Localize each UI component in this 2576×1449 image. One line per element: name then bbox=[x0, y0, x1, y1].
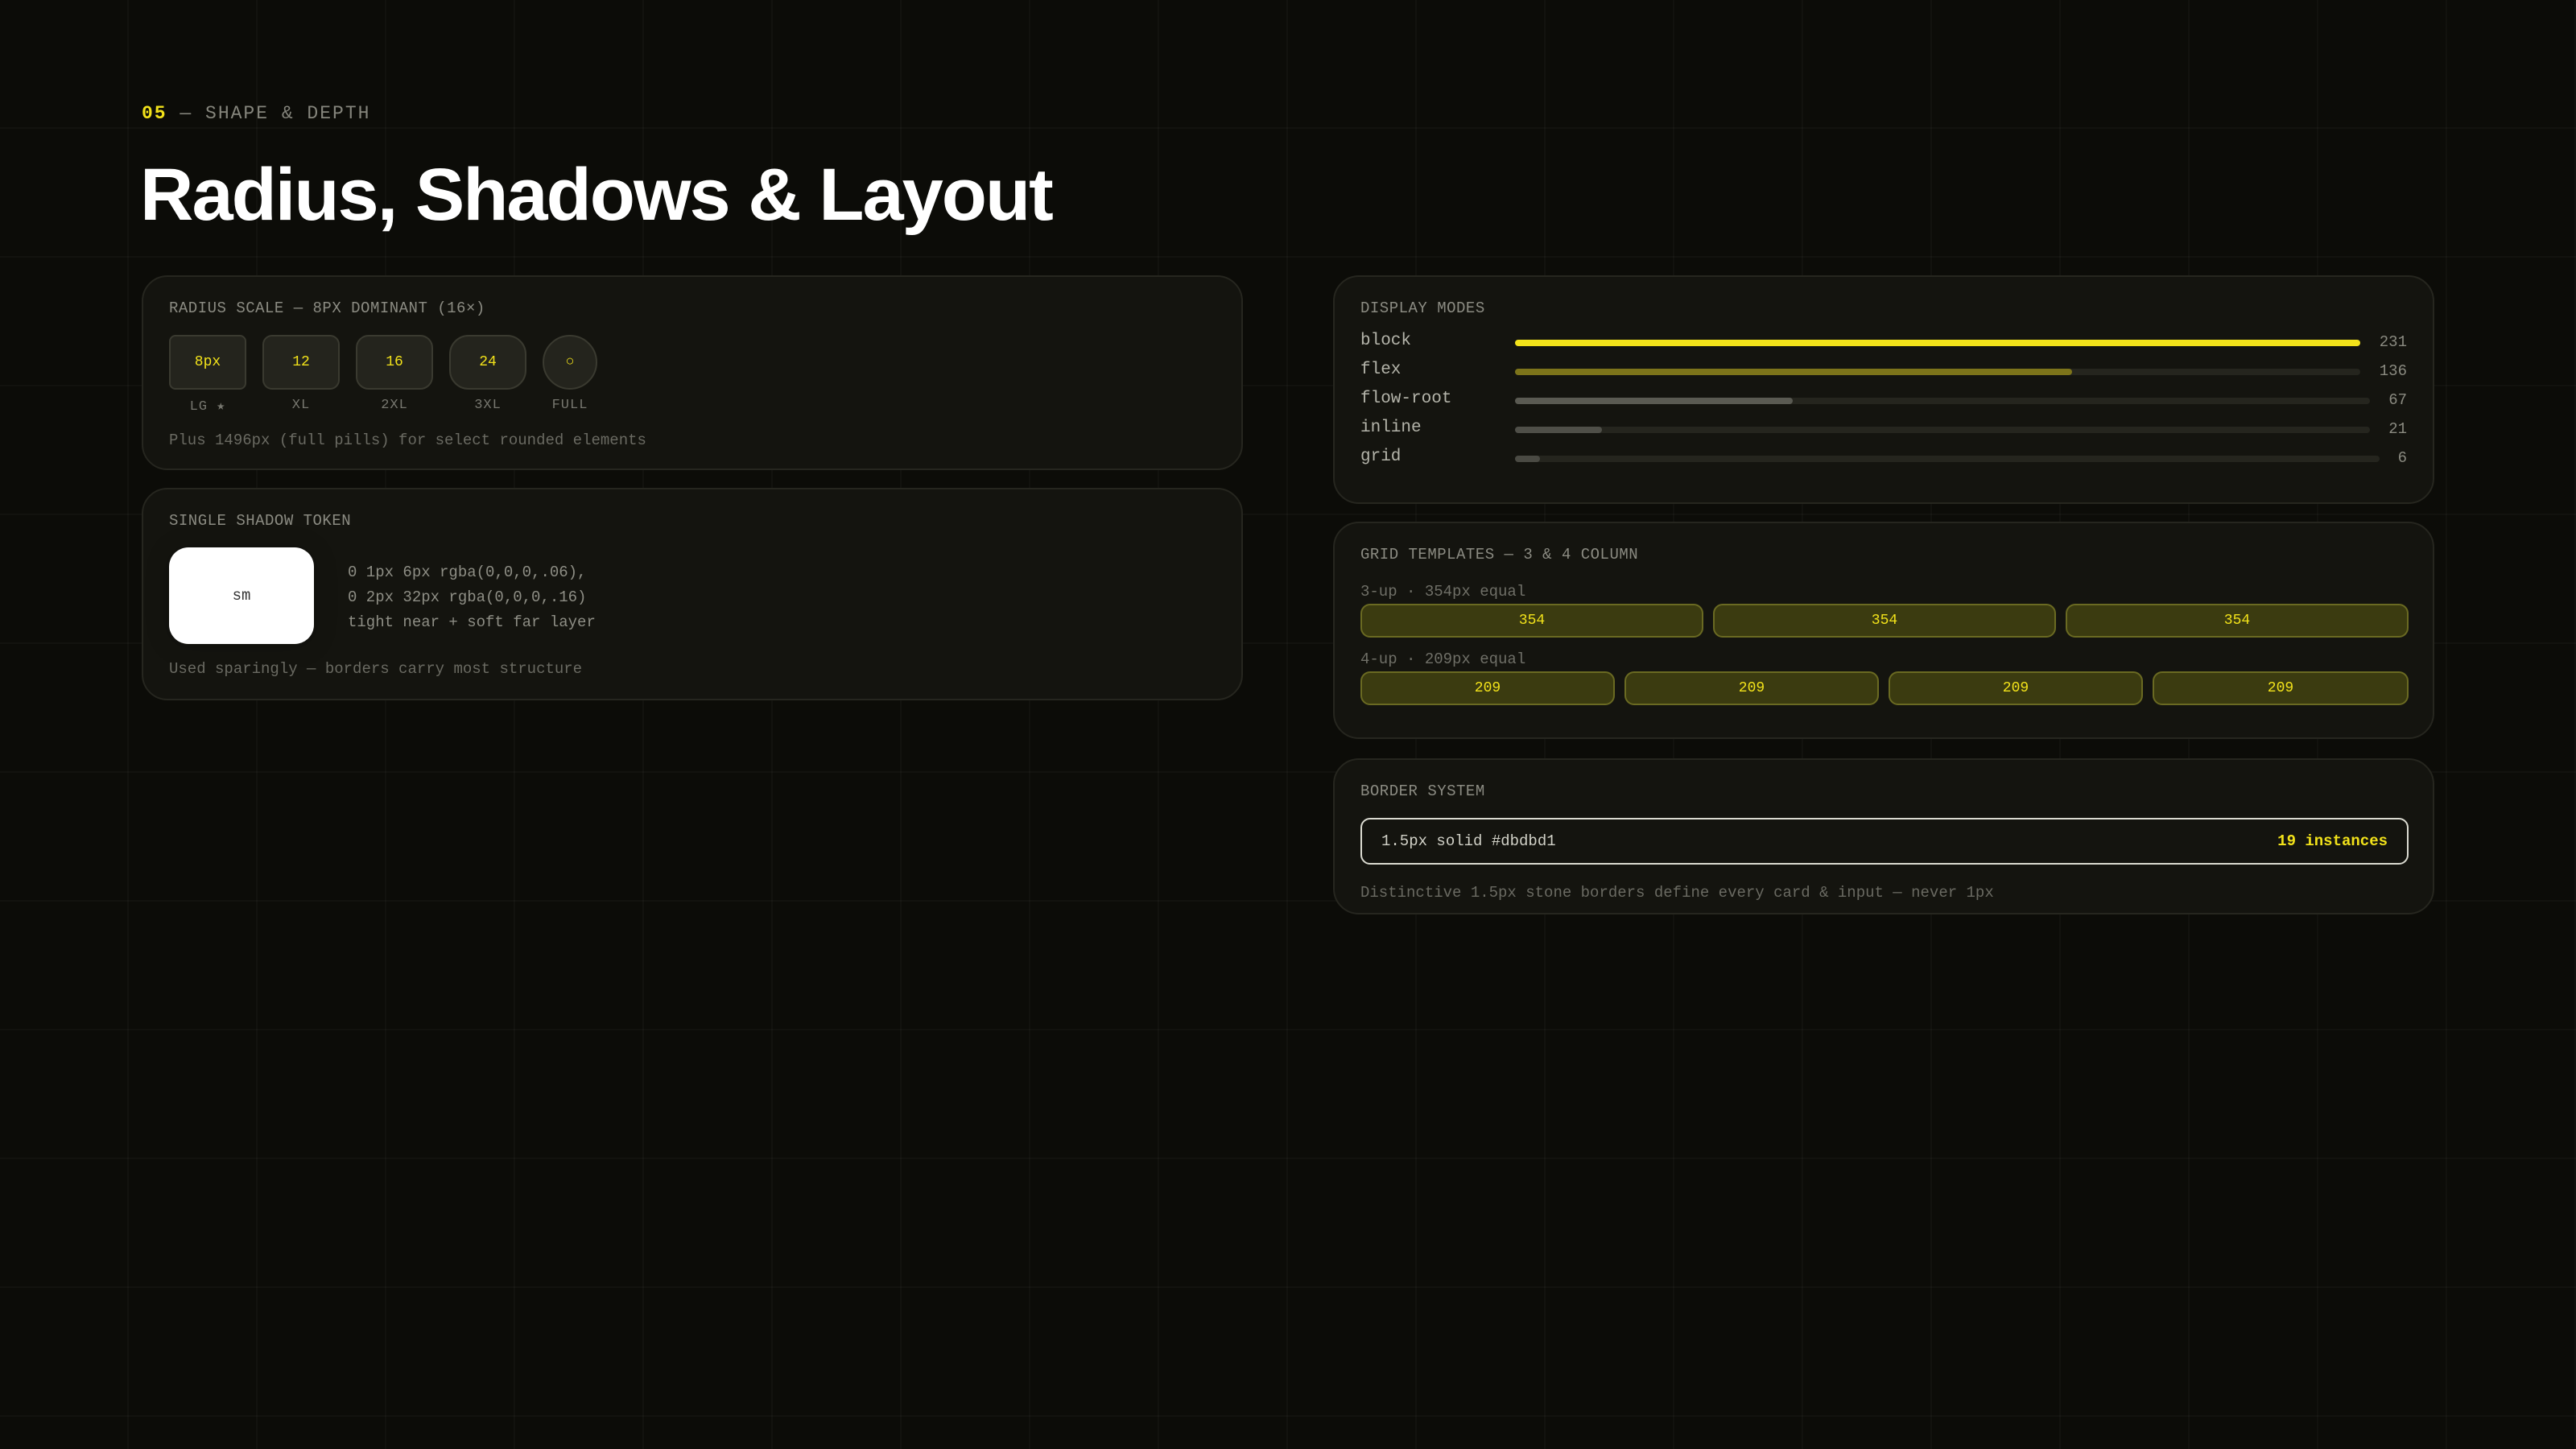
grid-cell-4up: 209 bbox=[1889, 671, 2143, 705]
grid-cell-3up: 354 bbox=[1360, 604, 1703, 638]
display-mode-bar bbox=[1515, 369, 2072, 375]
grid-templates-label: GRID TEMPLATES — 3 & 4 COLUMN bbox=[1360, 546, 1639, 564]
radius-chip-full: ○ bbox=[543, 335, 597, 390]
display-mode-bar-track bbox=[1515, 340, 2360, 346]
grid-cell-4up: 209 bbox=[2153, 671, 2409, 705]
shadow-spec-line: tight near + soft far layer bbox=[348, 613, 596, 631]
shadow-token-label: SINGLE SHADOW TOKEN bbox=[169, 512, 352, 530]
radius-caption-2xl: 2XL bbox=[381, 398, 408, 413]
display-mode-name: grid bbox=[1360, 448, 1402, 466]
display-mode-bar bbox=[1515, 398, 1793, 404]
radius-chip-xl: 12 bbox=[262, 335, 340, 390]
display-mode-bar-track bbox=[1515, 369, 2360, 375]
shadow-sample-label: sm bbox=[232, 587, 251, 605]
display-mode-bar-track bbox=[1515, 456, 2380, 462]
display-mode-count: 136 bbox=[2379, 362, 2407, 380]
four-up-label: 4-up · 209px equal bbox=[1360, 650, 1526, 668]
display-mode-count: 67 bbox=[2388, 391, 2407, 409]
radius-caption-lg: LG ★ bbox=[189, 399, 226, 415]
display-mode-name: flex bbox=[1360, 361, 1402, 379]
grid-cell-4up: 209 bbox=[1624, 671, 1879, 705]
display-mode-name: inline bbox=[1360, 419, 1422, 437]
section-name: — SHAPE & DEPTH bbox=[167, 103, 371, 124]
display-mode-name: block bbox=[1360, 332, 1412, 350]
radius-caption-3xl: 3XL bbox=[474, 398, 502, 413]
three-up-label: 3-up · 354px equal bbox=[1360, 583, 1526, 601]
display-mode-count: 6 bbox=[2397, 449, 2407, 467]
border-note: Distinctive 1.5px stone borders define e… bbox=[1360, 884, 1994, 902]
display-mode-bar-track bbox=[1515, 398, 2370, 404]
radius-chip-2xl: 16 bbox=[356, 335, 433, 390]
shadow-spec-line: 0 1px 6px rgba(0,0,0,.06), bbox=[348, 564, 587, 581]
radius-chip-3xl: 24 bbox=[449, 335, 526, 390]
grid-templates-card: GRID TEMPLATES — 3 & 4 COLUMN 3-up · 354… bbox=[1333, 522, 2434, 739]
radius-scale-label: RADIUS SCALE — 8PX DOMINANT (16×) bbox=[169, 299, 485, 317]
radius-chip-lg: 8px bbox=[169, 335, 246, 390]
grid-cell-3up: 354 bbox=[2066, 604, 2409, 638]
display-mode-bar bbox=[1515, 427, 1602, 433]
display-mode-bar-track bbox=[1515, 427, 2370, 433]
display-mode-count: 231 bbox=[2379, 333, 2407, 351]
radius-scale-card: RADIUS SCALE — 8PX DOMINANT (16×) 8px LG… bbox=[142, 275, 1243, 470]
border-system-card: BORDER SYSTEM 1.5px solid #dbdbd1 19 ins… bbox=[1333, 758, 2434, 914]
border-spec: 1.5px solid #dbdbd1 bbox=[1381, 832, 1556, 850]
display-mode-name: flow-root bbox=[1360, 390, 1452, 408]
page-title: Radius, Shadows & Layout bbox=[140, 154, 1054, 236]
display-mode-bar bbox=[1515, 456, 1540, 462]
section-eyebrow: 05 — SHAPE & DEPTH bbox=[142, 103, 370, 124]
display-modes-label: DISPLAY MODES bbox=[1360, 299, 1485, 317]
display-modes-card: DISPLAY MODES block 231 flex 136 flow-root 67… bbox=[1333, 275, 2434, 504]
radius-caption-xl: XL bbox=[291, 398, 311, 413]
display-mode-bar bbox=[1515, 340, 2360, 346]
shadow-note: Used sparingly — borders carry most stru… bbox=[169, 660, 583, 678]
shadow-token-card: SINGLE SHADOW TOKEN sm 0 1px 6px rgba(0,… bbox=[142, 488, 1243, 700]
shadow-spec-line: 0 2px 32px rgba(0,0,0,.16) bbox=[348, 588, 587, 606]
shadow-sample: sm bbox=[169, 547, 314, 644]
radius-note: Plus 1496px (full pills) for select roun… bbox=[169, 431, 646, 449]
grid-cell-4up: 209 bbox=[1360, 671, 1615, 705]
border-instances-count: 19 instances bbox=[2277, 832, 2388, 850]
border-system-label: BORDER SYSTEM bbox=[1360, 782, 1485, 800]
section-number: 05 bbox=[142, 103, 167, 124]
grid-cell-3up: 354 bbox=[1713, 604, 2056, 638]
border-sample: 1.5px solid #dbdbd1 19 instances bbox=[1360, 818, 2409, 865]
radius-caption-full: FULL bbox=[551, 398, 588, 413]
display-mode-count: 21 bbox=[2388, 420, 2407, 438]
